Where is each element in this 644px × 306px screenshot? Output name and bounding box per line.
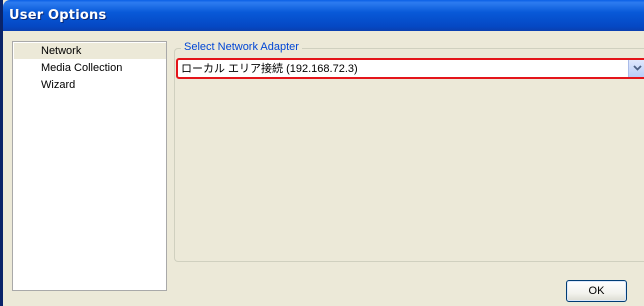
sidebar-item-wizard[interactable]: Wizard (14, 77, 166, 93)
options-category-list[interactable]: Network Media Collection Wizard (12, 41, 167, 291)
adapter-select-value: ローカル エリア接続 (192.168.72.3) (181, 63, 358, 75)
sidebar-item-label: Media Collection (41, 62, 123, 74)
user-options-window: User Options Network Media Collection Wi… (0, 0, 644, 306)
sidebar-item-media-collection[interactable]: Media Collection (14, 60, 166, 76)
title-bar[interactable]: User Options (3, 0, 644, 31)
group-label: Select Network Adapter (181, 41, 302, 53)
dropdown-button[interactable] (628, 60, 644, 77)
sidebar-item-network[interactable]: Network (14, 43, 166, 59)
window-title: User Options (9, 8, 107, 23)
chevron-down-icon (633, 65, 642, 71)
sidebar-item-label: Network (41, 45, 82, 57)
ok-button[interactable]: OK (566, 280, 627, 302)
network-adapter-select[interactable]: ローカル エリア接続 (192.168.72.3) (176, 58, 644, 79)
network-adapter-group (174, 48, 644, 262)
sidebar-item-label: Wizard (41, 79, 76, 91)
